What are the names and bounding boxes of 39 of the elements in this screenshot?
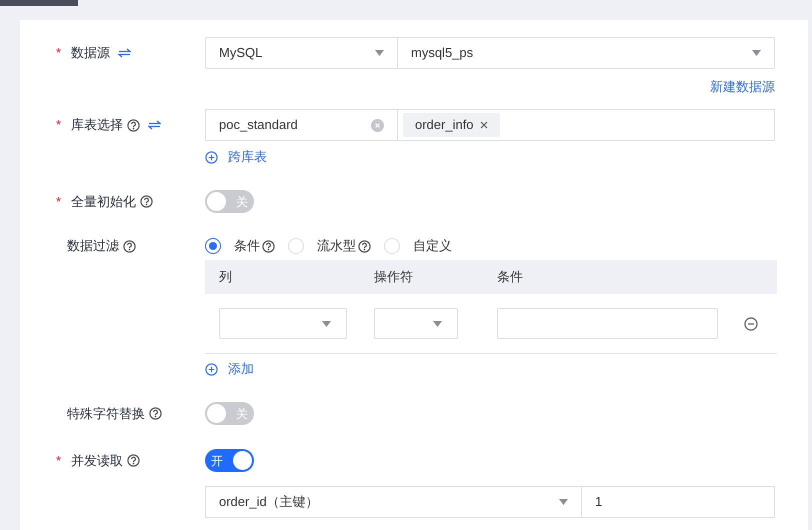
column-header: 操作符 (374, 269, 414, 285)
add-link[interactable]: 跨库表 (205, 149, 267, 165)
swap-icon[interactable] (148, 120, 161, 130)
condition-input[interactable] (497, 308, 718, 339)
add-circle-icon (205, 362, 218, 376)
required-mark: * (56, 117, 62, 133)
radio-option[interactable]: 流水型 (288, 238, 371, 254)
field-label: 全量初始化 (71, 194, 136, 210)
column-header: 列 (219, 269, 233, 285)
required-mark: * (56, 194, 62, 210)
required-mark: * (56, 452, 62, 468)
new-datasource-link[interactable]: 新建数据源 (710, 79, 775, 95)
select-field[interactable]: MySQL (205, 37, 398, 69)
toggle-switch[interactable]: 开 (205, 449, 254, 472)
key-select[interactable]: order_id（主键） (205, 486, 582, 518)
concurrency-input[interactable]: 1 (581, 486, 775, 518)
table-multiselect[interactable]: order_info (397, 109, 775, 141)
field-label: 库表选择 (71, 117, 123, 133)
swap-icon[interactable] (118, 48, 131, 58)
table-tag[interactable]: order_info (403, 113, 500, 137)
radio-option[interactable]: 条件 (205, 238, 275, 254)
field-label: 并发读取 (71, 452, 123, 468)
caret-icon (752, 50, 761, 56)
column-header: 条件 (497, 269, 524, 285)
add-link[interactable]: 添加 (205, 361, 254, 377)
select-field[interactable]: mysql5_ps (397, 37, 775, 69)
close-icon[interactable] (480, 121, 488, 129)
field-label: 数据过滤 (67, 238, 119, 254)
field-label: 数据源 (71, 45, 110, 61)
caret-icon (322, 320, 331, 326)
required-mark: * (56, 45, 62, 61)
remove-icon[interactable] (744, 316, 758, 330)
radio-option[interactable]: 自定义 (384, 238, 454, 254)
database-select[interactable]: poc_standard (205, 109, 398, 141)
caret-icon (559, 499, 568, 505)
caret-icon (433, 320, 442, 326)
caret-icon (375, 50, 384, 56)
field-label: 特殊字符替换 (67, 406, 145, 422)
add-circle-icon (205, 150, 218, 164)
